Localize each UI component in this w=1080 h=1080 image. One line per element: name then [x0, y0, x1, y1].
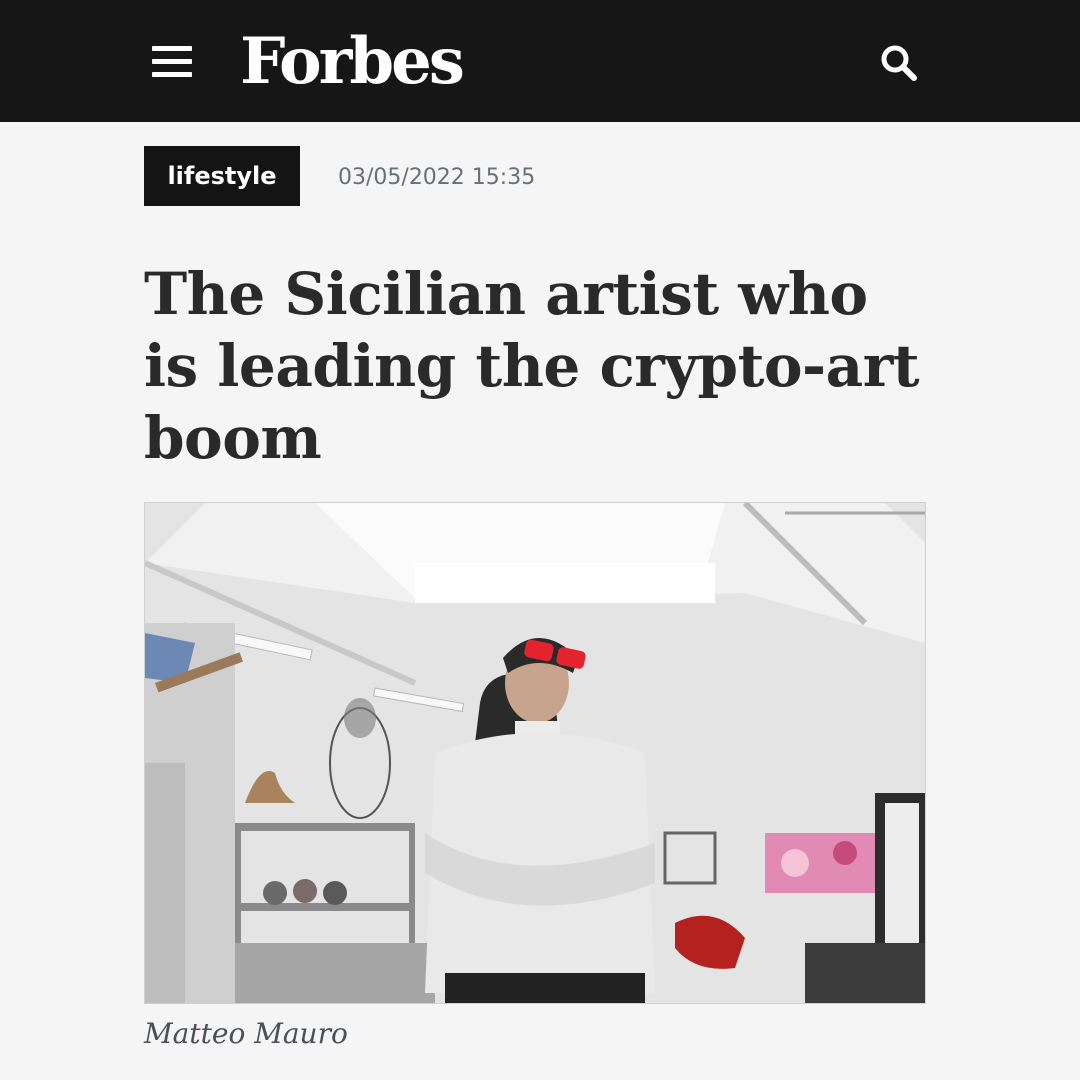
top-navigation-bar: Forbes: [0, 0, 1080, 122]
category-tag[interactable]: lifestyle: [144, 146, 300, 206]
forbes-logo[interactable]: Forbes: [240, 22, 465, 102]
hamburger-menu-icon[interactable]: [152, 45, 192, 77]
image-caption: Matteo Mauro: [144, 1017, 348, 1050]
search-icon[interactable]: [878, 42, 920, 84]
article-hero-image: [144, 502, 926, 1004]
publish-date: 03/05/2022 15:35: [338, 165, 536, 190]
article-headline: The Sicilian artist who is leading the c…: [144, 260, 920, 472]
